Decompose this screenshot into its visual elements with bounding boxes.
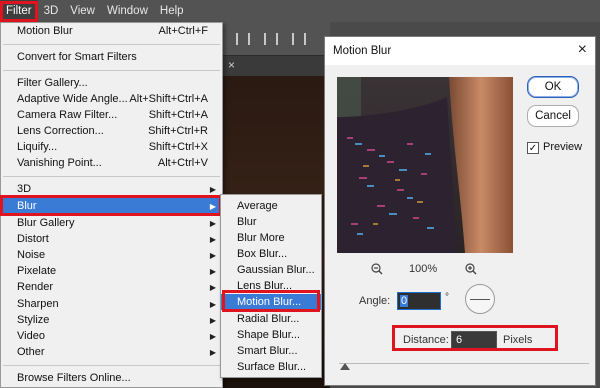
dialog-title: Motion Blur (333, 45, 392, 57)
zoom-in-icon[interactable] (465, 263, 477, 278)
align-icon[interactable] (236, 33, 250, 45)
options-bar (220, 22, 330, 56)
menu-item-camera-raw[interactable]: Camera Raw Filter... Shift+Ctrl+A (1, 107, 222, 123)
submenu-item-shape-blur[interactable]: Shape Blur... (221, 327, 321, 343)
submenu-item-lens-blur[interactable]: Lens Blur... (221, 278, 321, 294)
submenu-arrow-icon: ▶ (209, 299, 216, 309)
ok-button[interactable]: OK (527, 76, 579, 98)
submenu-arrow-icon: ▶ (209, 347, 216, 357)
menu-divider (3, 44, 220, 45)
distance-slider-thumb[interactable] (340, 363, 350, 370)
menu-item-3d[interactable]: 3D ▶ (1, 181, 222, 197)
submenu-item-smart-blur[interactable]: Smart Blur... (221, 343, 321, 359)
submenu-arrow-icon: ▶ (209, 315, 216, 325)
menu-item-render[interactable]: Render ▶ (1, 279, 222, 295)
zoom-level: 100% (409, 263, 438, 275)
angle-input[interactable]: 0 (397, 292, 441, 310)
submenu-item-blur[interactable]: Blur (221, 214, 321, 230)
submenu-arrow-icon: ▶ (209, 234, 216, 244)
cancel-button[interactable]: Cancel (527, 105, 579, 127)
submenu-item-surface-blur[interactable]: Surface Blur... (221, 359, 321, 375)
menu-3d[interactable]: 3D (38, 0, 65, 22)
zoom-out-icon[interactable] (371, 263, 383, 278)
submenu-item-motion-blur[interactable]: Motion Blur... (221, 294, 321, 310)
align-icon[interactable] (292, 33, 306, 45)
distance-unit: Pixels (503, 334, 533, 346)
menu-item-adaptive-wide-angle[interactable]: Adaptive Wide Angle... Alt+Shift+Ctrl+A (1, 91, 222, 107)
menu-item-vanishing-point[interactable]: Vanishing Point... Alt+Ctrl+V (1, 155, 222, 171)
dialog-titlebar: Motion Blur × (325, 37, 595, 65)
preview-checkbox[interactable]: ✓ (527, 142, 539, 154)
submenu-item-radial-blur[interactable]: Radial Blur... (221, 311, 321, 327)
submenu-item-gaussian-blur[interactable]: Gaussian Blur... (221, 262, 321, 278)
menu-bar: Filter 3D View Window Help (0, 0, 600, 22)
submenu-arrow-icon: ▶ (209, 218, 216, 228)
menu-item-other[interactable]: Other ▶ (1, 344, 222, 360)
menu-divider (3, 70, 220, 71)
align-icon[interactable] (264, 33, 278, 45)
submenu-arrow-icon: ▶ (209, 331, 216, 341)
menu-window[interactable]: Window (101, 0, 154, 22)
submenu-arrow-icon: ▶ (209, 201, 216, 211)
close-tab-icon[interactable]: × (228, 58, 235, 72)
submenu-item-average[interactable]: Average (221, 198, 321, 214)
blur-submenu: Average Blur Blur More Box Blur... Gauss… (220, 194, 322, 378)
menu-item-convert-smart-filters[interactable]: Convert for Smart Filters (1, 49, 222, 65)
menu-item-stylize[interactable]: Stylize ▶ (1, 312, 222, 328)
menu-item-liquify[interactable]: Liquify... Shift+Ctrl+X (1, 139, 222, 155)
motion-blur-dialog: Motion Blur × OK Cancel ✓ Preview 100% A… (324, 36, 596, 386)
menu-item-lens-correction[interactable]: Lens Correction... Shift+Ctrl+R (1, 123, 222, 139)
distance-input[interactable]: 6 (451, 331, 497, 349)
menu-item-video[interactable]: Video ▶ (1, 328, 222, 344)
filter-preview[interactable] (337, 77, 513, 253)
menu-item-blur[interactable]: Blur ▶ (1, 198, 222, 214)
submenu-arrow-icon: ▶ (209, 184, 216, 194)
close-icon[interactable]: × (578, 41, 587, 59)
submenu-arrow-icon: ▶ (209, 282, 216, 292)
menu-item-sharpen[interactable]: Sharpen ▶ (1, 296, 222, 312)
angle-dial[interactable] (465, 284, 495, 314)
degree-symbol: ° (445, 292, 449, 303)
angle-label: Angle: (359, 295, 391, 307)
angle-value: 0 (400, 295, 409, 307)
submenu-item-box-blur[interactable]: Box Blur... (221, 246, 321, 262)
document-tab-strip: × (220, 56, 330, 76)
menu-item-blur-gallery[interactable]: Blur Gallery ▶ (1, 215, 222, 231)
distance-slider-track[interactable] (339, 363, 589, 364)
submenu-item-blur-more[interactable]: Blur More (221, 230, 321, 246)
menu-item-pixelate[interactable]: Pixelate ▶ (1, 263, 222, 279)
menu-divider (3, 176, 220, 177)
menu-divider (3, 365, 220, 366)
menu-item-distort[interactable]: Distort ▶ (1, 231, 222, 247)
distance-label: Distance: (403, 334, 449, 346)
submenu-arrow-icon: ▶ (209, 266, 216, 276)
filter-menu: Motion Blur Alt+Ctrl+F Convert for Smart… (0, 22, 223, 388)
preview-label: Preview (543, 141, 583, 153)
menu-help[interactable]: Help (154, 0, 190, 22)
menu-item-filter-gallery[interactable]: Filter Gallery... (1, 75, 222, 91)
menu-view[interactable]: View (64, 0, 101, 22)
submenu-arrow-icon: ▶ (209, 250, 216, 260)
menu-item-last-filter[interactable]: Motion Blur Alt+Ctrl+F (1, 23, 222, 39)
menu-filter[interactable]: Filter (0, 0, 38, 22)
menu-item-browse-filters-online[interactable]: Browse Filters Online... (1, 370, 222, 386)
distance-value: 6 (456, 334, 463, 346)
preview-image (337, 77, 513, 253)
menu-item-noise[interactable]: Noise ▶ (1, 247, 222, 263)
